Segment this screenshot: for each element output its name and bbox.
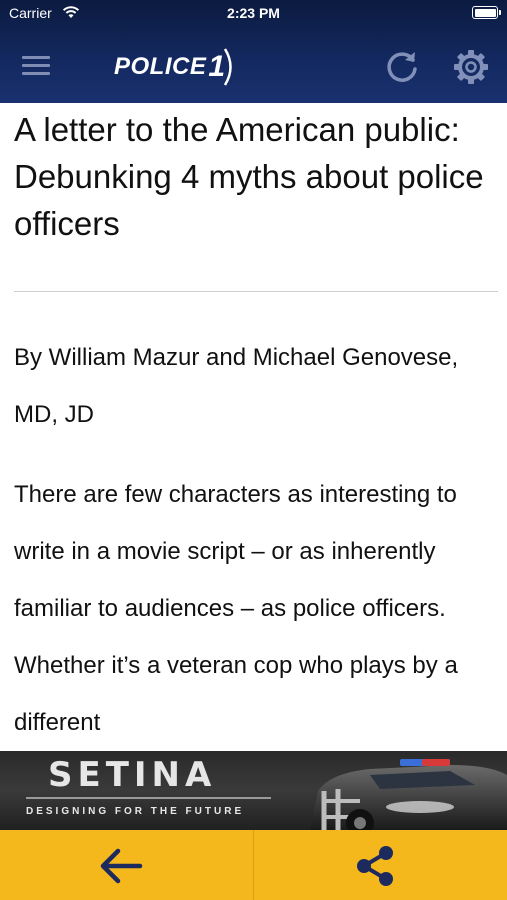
ad-brand: SETINA — [48, 755, 217, 795]
article-header: A letter to the American public: Debunki… — [14, 103, 496, 247]
back-button[interactable] — [0, 830, 254, 900]
gear-icon[interactable] — [452, 48, 490, 86]
share-button[interactable] — [254, 830, 507, 900]
police-car-image — [310, 759, 507, 830]
headline-divider — [14, 291, 498, 292]
logo-text: POLICE — [114, 53, 207, 80]
article-headline: A letter to the American public: Debunki… — [14, 111, 484, 242]
status-bar: Carrier 2:23 PM — [0, 0, 507, 28]
battery-icon — [472, 6, 501, 19]
hamburger-menu-icon[interactable] — [22, 56, 50, 78]
app-header: Carrier 2:23 PM POLICE 1 — [0, 0, 507, 103]
logo-arc-icon — [223, 48, 232, 86]
article-body: There are few characters as interesting … — [14, 481, 458, 736]
ad-banner[interactable]: SETINA DESIGNING FOR THE FUTURE — [0, 751, 507, 830]
arrow-left-icon — [100, 848, 143, 884]
nav-bar: POLICE 1 — [0, 28, 507, 103]
police1-logo: POLICE 1 — [114, 46, 237, 88]
share-icon — [357, 846, 393, 886]
bottom-toolbar — [0, 830, 507, 900]
article-byline: By William Mazur and Michael Genovese, M… — [14, 344, 459, 428]
status-time: 2:23 PM — [227, 5, 280, 21]
ad-divider — [26, 797, 271, 799]
ad-tagline: DESIGNING FOR THE FUTURE — [26, 806, 245, 817]
refresh-icon[interactable] — [384, 48, 420, 84]
